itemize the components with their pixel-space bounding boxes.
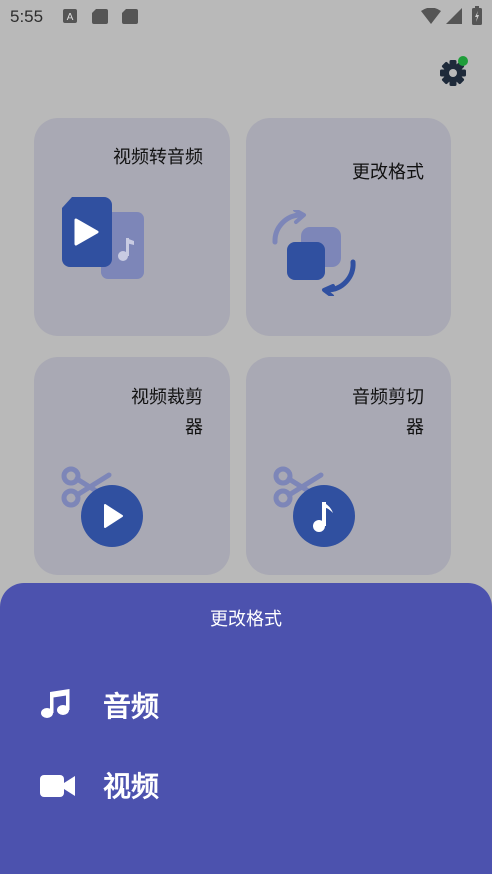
card-video-to-audio[interactable]: 视频转音频 (34, 118, 230, 336)
notification-badge (458, 56, 468, 66)
option-video[interactable]: 视频 (0, 755, 492, 815)
option-audio[interactable]: 音频 (0, 675, 492, 735)
sd-card-icon (122, 9, 138, 24)
card-title: 音频剪切 器 (352, 387, 424, 438)
settings-button[interactable] (437, 55, 471, 89)
video-to-audio-icon (62, 197, 144, 279)
card-change-format[interactable]: 更改格式 (246, 118, 451, 336)
card-title: 更改格式 (352, 162, 424, 183)
sheet-title: 更改格式 (210, 609, 282, 630)
status-time: 5:55 (10, 7, 44, 26)
battery-icon (472, 6, 482, 25)
sd-card-icon (92, 9, 108, 24)
card-title: 视频转音频 (113, 147, 203, 168)
svg-text:A: A (67, 12, 74, 23)
video-camera-icon (40, 775, 75, 797)
a-notification-icon: A (63, 9, 77, 23)
video-trim-icon (61, 466, 143, 547)
signal-icon (446, 8, 462, 24)
card-audio-cut[interactable]: 音频剪切 器 (246, 357, 451, 575)
music-note-icon (41, 689, 70, 718)
convert-format-icon (272, 210, 356, 296)
card-title: 视频裁剪 器 (131, 387, 203, 438)
option-label: 音频 (103, 690, 160, 723)
option-label: 视频 (103, 770, 160, 803)
wifi-icon (421, 8, 441, 24)
status-bar: 5:55 A (0, 0, 492, 34)
gear-icon (440, 56, 468, 86)
format-bottom-sheet: 更改格式 音频 视频 (0, 583, 492, 874)
audio-cut-icon (273, 466, 355, 547)
card-video-trim[interactable]: 视频裁剪 器 (34, 357, 230, 575)
